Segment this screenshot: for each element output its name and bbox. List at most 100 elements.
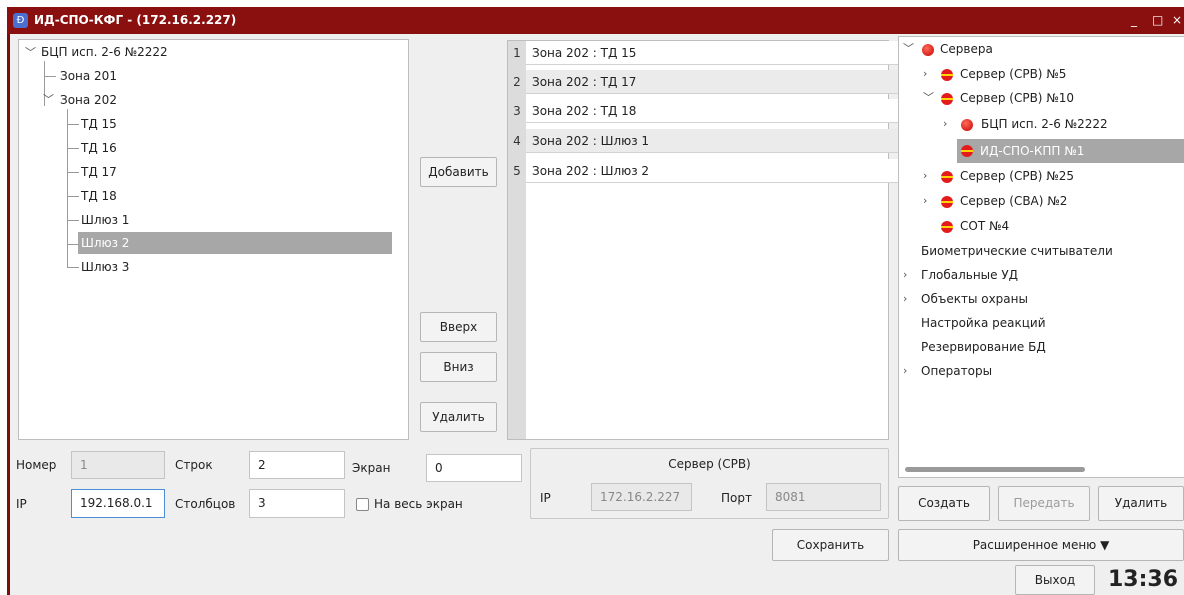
chevron-right-icon[interactable]: › bbox=[923, 192, 927, 210]
config-tree-panel[interactable]: ﹀ Сервера › Сервер (СРВ) №5 ﹀ Сервер (СР… bbox=[898, 36, 1184, 478]
tree-item[interactable]: Шлюз 1 bbox=[81, 211, 129, 229]
move-up-button[interactable]: Вверх bbox=[420, 312, 497, 342]
tree-item-backup[interactable]: Резервирование БД bbox=[921, 338, 1046, 356]
row-text: Зона 202 : ТД 15 bbox=[532, 46, 637, 60]
number-label: Номер bbox=[16, 458, 57, 472]
tree-connector bbox=[67, 124, 79, 125]
exit-button[interactable]: Выход bbox=[1015, 565, 1095, 595]
tree-item-selected[interactable]: Шлюз 2 bbox=[78, 232, 392, 254]
chevron-down-icon[interactable]: ﹀ bbox=[903, 40, 914, 58]
list-body: 1 Зона 202 : ТД 15 2 Зона 202 : ТД 17 3 … bbox=[513, 41, 905, 439]
server-port-label: Порт bbox=[721, 491, 752, 505]
chevron-down-icon[interactable]: ﹀ bbox=[923, 89, 934, 107]
minimize-icon[interactable]: _ bbox=[1131, 7, 1137, 34]
tree-item-operators[interactable]: Операторы bbox=[921, 362, 992, 380]
tree-item-reactions[interactable]: Настройка реакций bbox=[921, 314, 1046, 332]
title-bar: Ð ИД-СПО-КФГ - (172.16.2.227) _ □ × bbox=[7, 7, 1184, 34]
tree-item[interactable]: ТД 15 bbox=[81, 115, 117, 133]
horizontal-scrollbar[interactable] bbox=[905, 467, 1085, 472]
ip-field[interactable]: 192.168.0.1 bbox=[71, 489, 165, 518]
list-row[interactable]: 2 Зона 202 : ТД 17 bbox=[513, 70, 905, 94]
row-number: 4 bbox=[513, 134, 521, 148]
screen-field[interactable]: 0 bbox=[426, 454, 522, 482]
row-text: Зона 202 : Шлюз 1 bbox=[532, 134, 650, 148]
list-row[interactable]: 1 Зона 202 : ТД 15 bbox=[513, 41, 905, 65]
list-row[interactable]: 5 Зона 202 : Шлюз 2 bbox=[513, 159, 905, 183]
list-row[interactable]: 4 Зона 202 : Шлюз 1 bbox=[513, 129, 905, 153]
columns-label: Столбцов bbox=[175, 497, 236, 511]
tree-item-server[interactable]: Сервер (СРВ) №10 bbox=[960, 89, 1074, 107]
tree-item[interactable]: ТД 18 bbox=[81, 187, 117, 205]
row-text: Зона 202 : Шлюз 2 bbox=[532, 164, 650, 178]
delete-config-button[interactable]: Удалить bbox=[1098, 486, 1184, 521]
server-status-icon bbox=[941, 196, 953, 208]
tree-item-device[interactable]: БЦП исп. 2-6 №2222 bbox=[981, 115, 1108, 133]
chevron-right-icon[interactable]: › bbox=[943, 115, 947, 133]
chevron-down-icon[interactable]: ﹀ bbox=[25, 44, 36, 62]
app-logo-icon: Ð bbox=[13, 13, 28, 28]
chevron-down-icon[interactable]: ﹀ bbox=[43, 91, 54, 109]
transfer-button[interactable]: Передать bbox=[998, 486, 1090, 521]
window-title: ИД-СПО-КФГ - (172.16.2.227) bbox=[34, 13, 237, 27]
device-status-icon bbox=[961, 119, 973, 131]
list-row[interactable]: 3 Зона 202 : ТД 18 bbox=[513, 99, 905, 123]
server-group: Сервер (СРВ) IP 172.16.2.227 Порт 8081 bbox=[530, 448, 889, 519]
tree-item-server[interactable]: Сервер (СВА) №2 bbox=[960, 192, 1067, 210]
ip-label: IP bbox=[16, 497, 27, 511]
tree-item-server[interactable]: Сервер (СРВ) №25 bbox=[960, 167, 1074, 185]
close-icon[interactable]: × bbox=[1172, 7, 1182, 34]
row-text: Зона 202 : ТД 17 bbox=[532, 75, 637, 89]
zone-tree-panel[interactable]: ﹀ БЦП исп. 2-6 №2222 Зона 201 ﹀ Зона 202… bbox=[18, 39, 409, 440]
device-status-icon bbox=[961, 145, 973, 157]
save-button[interactable]: Сохранить bbox=[772, 529, 889, 561]
add-button[interactable]: Добавить bbox=[420, 157, 497, 187]
tree-item-servers[interactable]: Сервера bbox=[940, 40, 993, 58]
tree-item[interactable]: ТД 16 bbox=[81, 139, 117, 157]
server-port-field[interactable]: 8081 bbox=[766, 483, 881, 511]
tree-connector bbox=[67, 172, 79, 173]
fullscreen-checkbox[interactable] bbox=[356, 498, 369, 511]
chevron-right-icon[interactable]: › bbox=[903, 266, 907, 284]
tree-item-global-ud[interactable]: Глобальные УД bbox=[921, 266, 1018, 284]
maximize-icon[interactable]: □ bbox=[1152, 7, 1163, 34]
selected-list-panel[interactable]: 1 Зона 202 : ТД 15 2 Зона 202 : ТД 17 3 … bbox=[507, 40, 905, 440]
tree-item[interactable]: ТД 17 bbox=[81, 163, 117, 181]
tree-connector bbox=[67, 267, 79, 268]
chevron-right-icon[interactable]: › bbox=[923, 65, 927, 83]
server-status-icon bbox=[922, 44, 934, 56]
rows-field[interactable]: 2 bbox=[249, 451, 345, 479]
tree-connector bbox=[44, 76, 56, 77]
server-status-icon bbox=[941, 171, 953, 183]
create-button[interactable]: Создать bbox=[898, 486, 990, 521]
tree-item-zone-202[interactable]: Зона 202 bbox=[60, 91, 117, 109]
tree-item-objects[interactable]: Объекты охраны bbox=[921, 290, 1028, 308]
chevron-right-icon[interactable]: › bbox=[923, 167, 927, 185]
server-status-icon bbox=[941, 69, 953, 81]
tree-item-server[interactable]: СОТ №4 bbox=[960, 217, 1009, 235]
number-field[interactable]: 1 bbox=[71, 451, 165, 479]
screen-label: Экран bbox=[352, 461, 391, 475]
server-group-title: Сервер (СРВ) bbox=[668, 457, 751, 471]
extended-menu-button[interactable]: Расширенное меню ▼ bbox=[898, 529, 1184, 561]
chevron-right-icon[interactable]: › bbox=[903, 290, 907, 308]
move-down-button[interactable]: Вниз bbox=[420, 352, 497, 382]
clock: 13:36 bbox=[1108, 567, 1179, 592]
columns-field[interactable]: 3 bbox=[249, 489, 345, 518]
tree-item[interactable]: Шлюз 3 bbox=[81, 258, 129, 276]
row-number: 3 bbox=[513, 104, 521, 118]
row-number: 1 bbox=[513, 46, 521, 60]
tree-item-selected[interactable]: ИД-СПО-КПП №1 bbox=[957, 139, 1184, 163]
delete-button[interactable]: Удалить bbox=[420, 402, 497, 432]
server-status-icon bbox=[941, 93, 953, 105]
chevron-right-icon[interactable]: › bbox=[903, 362, 907, 380]
tree-item-server[interactable]: Сервер (СРВ) №5 bbox=[960, 65, 1066, 83]
server-status-icon bbox=[941, 221, 953, 233]
tree-item-zone-201[interactable]: Зона 201 bbox=[60, 67, 117, 85]
row-text: Зона 202 : ТД 18 bbox=[532, 104, 637, 118]
tree-root[interactable]: БЦП исп. 2-6 №2222 bbox=[41, 43, 168, 61]
tree-connector bbox=[67, 196, 79, 197]
server-ip-label: IP bbox=[540, 491, 551, 505]
tree-item-biometric[interactable]: Биометрические считыватели bbox=[921, 242, 1113, 260]
fullscreen-label: На весь экран bbox=[374, 497, 463, 511]
server-ip-field[interactable]: 172.16.2.227 bbox=[591, 483, 692, 511]
